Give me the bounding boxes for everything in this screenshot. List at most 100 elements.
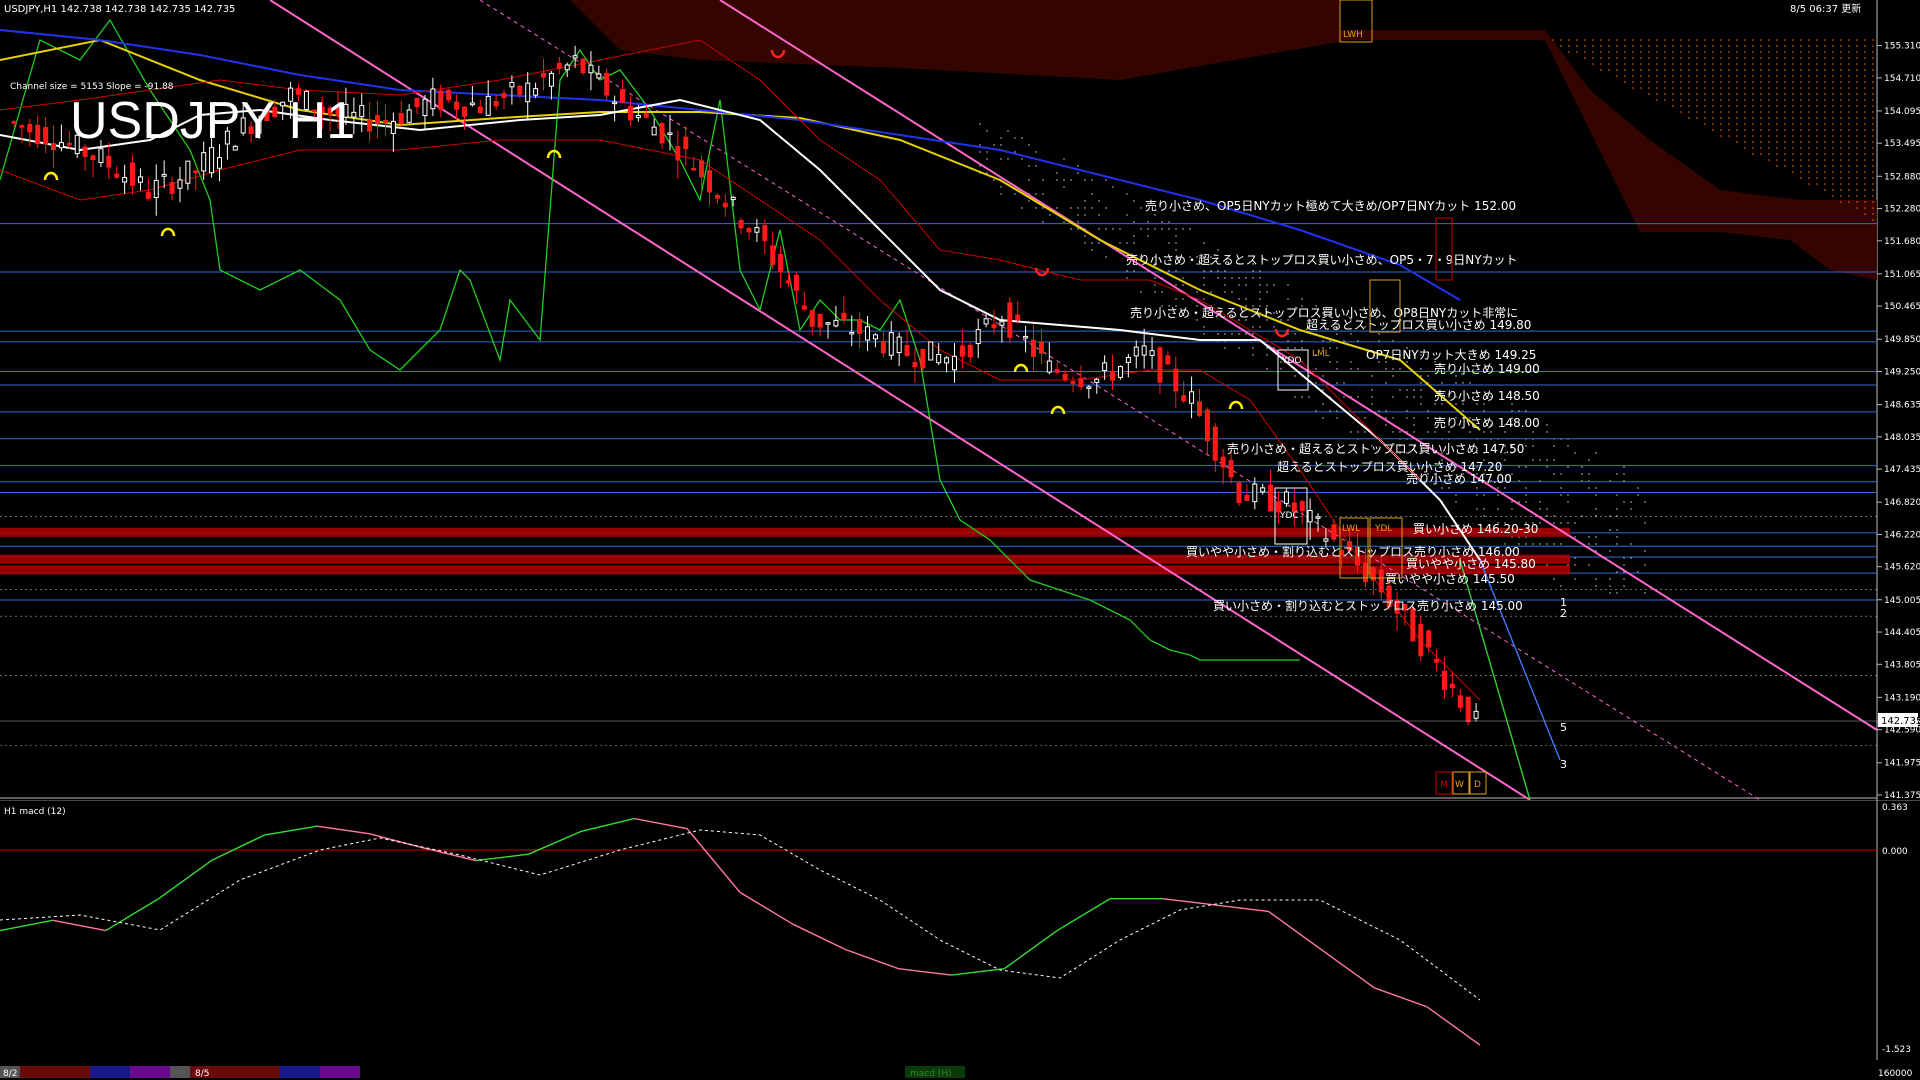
cloud-dot	[1864, 105, 1866, 107]
cloud-dot	[1203, 242, 1205, 244]
cloud-dot	[1483, 515, 1485, 517]
cloud-dot	[1203, 270, 1205, 272]
cloud-dot	[1824, 123, 1826, 125]
price-tick-label: 147.435	[1884, 465, 1920, 475]
cloud-dot	[1664, 39, 1666, 41]
cloud-dot	[1824, 93, 1826, 95]
candle-body	[19, 125, 25, 128]
cloud-dot	[1553, 459, 1555, 461]
cloud-dot	[1680, 45, 1682, 47]
cloud-dot	[1028, 200, 1030, 202]
cloud-dot	[1294, 396, 1296, 398]
cloud-dot	[1720, 81, 1722, 83]
cloud-dot	[1792, 99, 1794, 101]
cloud-dot	[1784, 153, 1786, 155]
cloud-dot	[1624, 57, 1626, 59]
marker-lwl: LWL	[1342, 524, 1360, 534]
cloud-dot	[1441, 403, 1443, 405]
cloud-dot	[1768, 87, 1770, 89]
cloud-dot	[1696, 39, 1698, 41]
cloud-dot	[1808, 87, 1810, 89]
cloud-dot	[1696, 75, 1698, 77]
cloud-dot	[1609, 578, 1611, 580]
candle-body	[193, 170, 199, 174]
cloud-dot	[1800, 39, 1802, 41]
macd-pane[interactable]: H1 macd (12) 0.363 0.000 -1.523	[0, 800, 1920, 1060]
cloud-dot	[1070, 228, 1072, 230]
macd-segment	[951, 968, 1005, 976]
level-label-7: 売り小さめ 148.00	[1434, 415, 1540, 430]
cloud-dot	[1816, 99, 1818, 101]
price-tick-label: 153.495	[1884, 139, 1920, 149]
cloud-dot	[1175, 242, 1177, 244]
cloud-dot	[1546, 466, 1548, 468]
cloud-dot	[1872, 111, 1874, 113]
cloud-dot	[1816, 159, 1818, 161]
cloud-dot	[1824, 183, 1826, 185]
cloud-dot	[1609, 592, 1611, 594]
sell-signal-icon	[1274, 328, 1290, 338]
price-chart-pane[interactable]: 売り小さめ、OP5日NYカット極めて大きめ/OP7日NYカット 152.00 売…	[0, 0, 1920, 800]
candle-body	[975, 329, 981, 345]
cloud-dot	[1696, 93, 1698, 95]
cloud-dot	[1768, 51, 1770, 53]
cloud-dot	[1245, 284, 1247, 286]
cloud-dot	[1808, 45, 1810, 47]
cloud-dot	[1864, 99, 1866, 101]
cloud-dot	[1704, 45, 1706, 47]
cloud-dot	[1824, 147, 1826, 149]
cloud-dot	[1704, 123, 1706, 125]
cloud-dot	[1840, 81, 1842, 83]
cloud-dot	[1672, 63, 1674, 65]
cloud-dot	[1760, 39, 1762, 41]
cloud-dot	[1070, 207, 1072, 209]
candle-body	[643, 113, 649, 118]
cloud-dot	[1546, 424, 1548, 426]
cloud-dot	[1567, 522, 1569, 524]
cloud-dot	[1712, 129, 1714, 131]
cloud-dot	[1511, 508, 1513, 510]
cloud-dot	[1744, 75, 1746, 77]
cloud-dot	[1091, 193, 1093, 195]
status-svg: 8/2 8/5 macd (H) 160000	[0, 1066, 1913, 1079]
candle-body	[1125, 356, 1131, 363]
candle-body	[477, 106, 483, 114]
cloud-dot	[1640, 69, 1642, 71]
cloud-dot	[1800, 159, 1802, 161]
cloud-dot	[1816, 39, 1818, 41]
cloud-dot	[1336, 417, 1338, 419]
cloud-dot	[1632, 45, 1634, 47]
cloud-dot	[1609, 529, 1611, 531]
cloud-dot	[1872, 147, 1874, 149]
cloud-dot	[1007, 158, 1009, 160]
cloud-dot	[1720, 45, 1722, 47]
cloud-dot	[1728, 45, 1730, 47]
cloud-dot	[1287, 298, 1289, 300]
cloud-dot	[1816, 87, 1818, 89]
cloud-dot	[1832, 75, 1834, 77]
cloud-dot	[1648, 87, 1650, 89]
cloud-dot	[1469, 382, 1471, 384]
cloud-dot	[1784, 57, 1786, 59]
cloud-dot	[1736, 81, 1738, 83]
macd-tab-label[interactable]: macd (H)	[910, 1069, 952, 1079]
macd-segment	[898, 968, 952, 976]
cloud-dot	[1632, 57, 1634, 59]
cloud-dot	[1091, 207, 1093, 209]
macd-segment	[1268, 910, 1322, 951]
cloud-dot	[1848, 99, 1850, 101]
candle-body	[999, 321, 1005, 326]
cloud-dot	[1259, 277, 1261, 279]
cloud-dot	[1364, 417, 1366, 419]
cloud-dot	[1848, 165, 1850, 167]
cloud-dot	[1168, 242, 1170, 244]
cloud-dot	[1696, 51, 1698, 53]
cloud-dot	[1490, 431, 1492, 433]
cloud-dot	[1664, 57, 1666, 59]
cloud-dot	[1576, 39, 1578, 41]
cloud-dot	[1816, 165, 1818, 167]
cloud-dot	[1231, 277, 1233, 279]
candle-body	[556, 62, 562, 69]
cloud-dot	[1525, 543, 1527, 545]
macd-segment	[686, 828, 741, 893]
